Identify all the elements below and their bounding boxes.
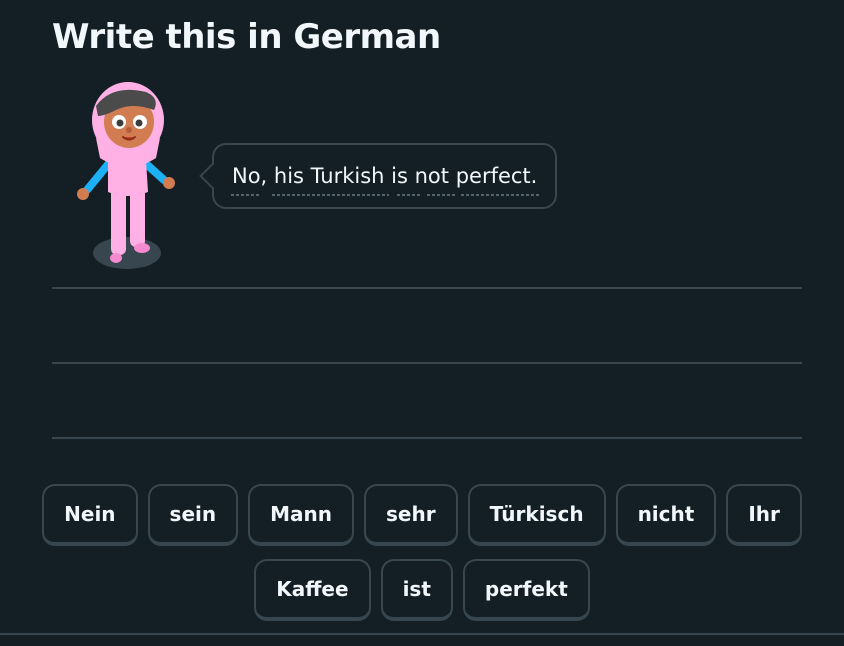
word-tile-sehr[interactable]: sehr: [363, 484, 458, 546]
exercise-screen: Write this in German No, his Turkish is …: [0, 0, 844, 646]
hint-underlines: [231, 194, 539, 196]
word-tile-mann[interactable]: Mann: [248, 484, 354, 546]
word-tile-nicht[interactable]: nicht: [615, 484, 717, 546]
word-tile-sein[interactable]: sein: [147, 484, 239, 546]
word-tile-kaffee[interactable]: Kaffee: [254, 559, 371, 621]
word-tile-tuerkisch[interactable]: Türkisch: [467, 484, 606, 546]
word-tile-nein[interactable]: Nein: [42, 484, 138, 546]
speech-bubble-tail: [199, 163, 225, 189]
word-bank-row: Kaffee ist perfekt: [0, 559, 844, 621]
answer-line: [52, 437, 802, 439]
footer-divider: [0, 633, 844, 635]
word-bank-row: Nein sein Mann sehr Türkisch nicht Ihr: [0, 484, 844, 546]
word-tile-ist[interactable]: ist: [380, 559, 453, 621]
character-icon: [77, 82, 175, 269]
word-tile-ihr[interactable]: Ihr: [726, 484, 802, 546]
word-tile-perfekt[interactable]: perfekt: [462, 559, 590, 621]
page-title: Write this in German: [52, 17, 441, 57]
prompt-sentence[interactable]: No, his Turkish is not perfect.: [232, 164, 537, 188]
answer-line: [52, 287, 802, 289]
speech-bubble: No, his Turkish is not perfect.: [199, 143, 558, 209]
answer-line: [52, 362, 802, 364]
